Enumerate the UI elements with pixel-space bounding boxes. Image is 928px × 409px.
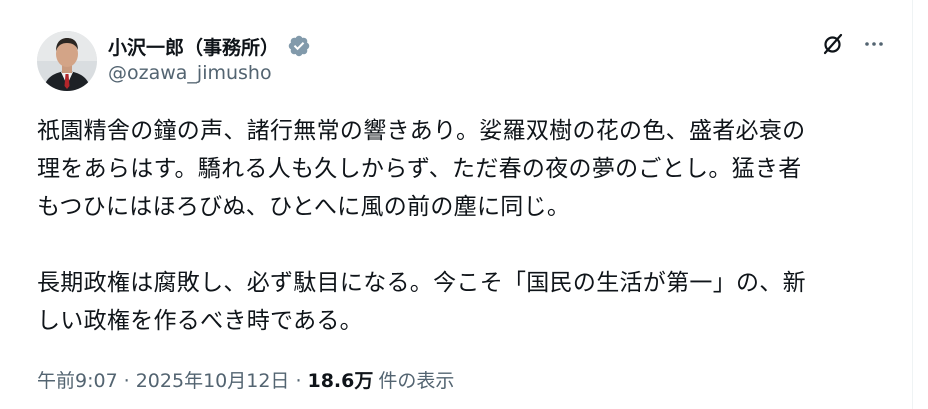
grok-icon [823,33,843,55]
author-name-row: 小沢一郎（事務所） [108,33,311,59]
more-button[interactable] [858,29,890,59]
tweet-date[interactable]: 2025年10月12日 [136,366,290,393]
avatar-photo [37,31,97,91]
tweet-text: 祇園精舎の鐘の声、諸行無常の響きあり。娑羅双樹の花の色、盛者必衰の 理をあらはす… [37,112,897,340]
column-border [912,0,913,409]
tweet-meta: 午前9:07 · 2025年10月12日 · 18.6万 件の表示 [37,366,454,393]
tweet-paragraph: 祇園精舎の鐘の声、諸行無常の響きあり。娑羅双樹の花の色、盛者必衰の 理をあらはす… [37,118,806,220]
avatar[interactable] [37,31,97,91]
meta-separator: · [295,370,302,392]
meta-separator: · [123,370,130,392]
tweet-paragraph: 長期政権は腐敗し、必ず駄目になる。今こそ「国民の生活が第一」の、新 しい政権を作… [37,270,806,334]
verified-badge-icon[interactable] [287,34,311,58]
tweet: 小沢一郎（事務所） @ozawa_jimusho 祇園精舎の鐘の声、諸行無常の響… [0,0,912,409]
more-icon [865,42,883,46]
grok-button[interactable] [818,29,848,59]
views-label: 件の表示 [378,370,455,392]
author-handle[interactable]: @ozawa_jimusho [108,62,272,84]
tweet-time[interactable]: 午前9:07 [37,366,118,393]
views-count[interactable]: 18.6万 [307,366,373,393]
author-display-name[interactable]: 小沢一郎（事務所） [108,33,279,60]
